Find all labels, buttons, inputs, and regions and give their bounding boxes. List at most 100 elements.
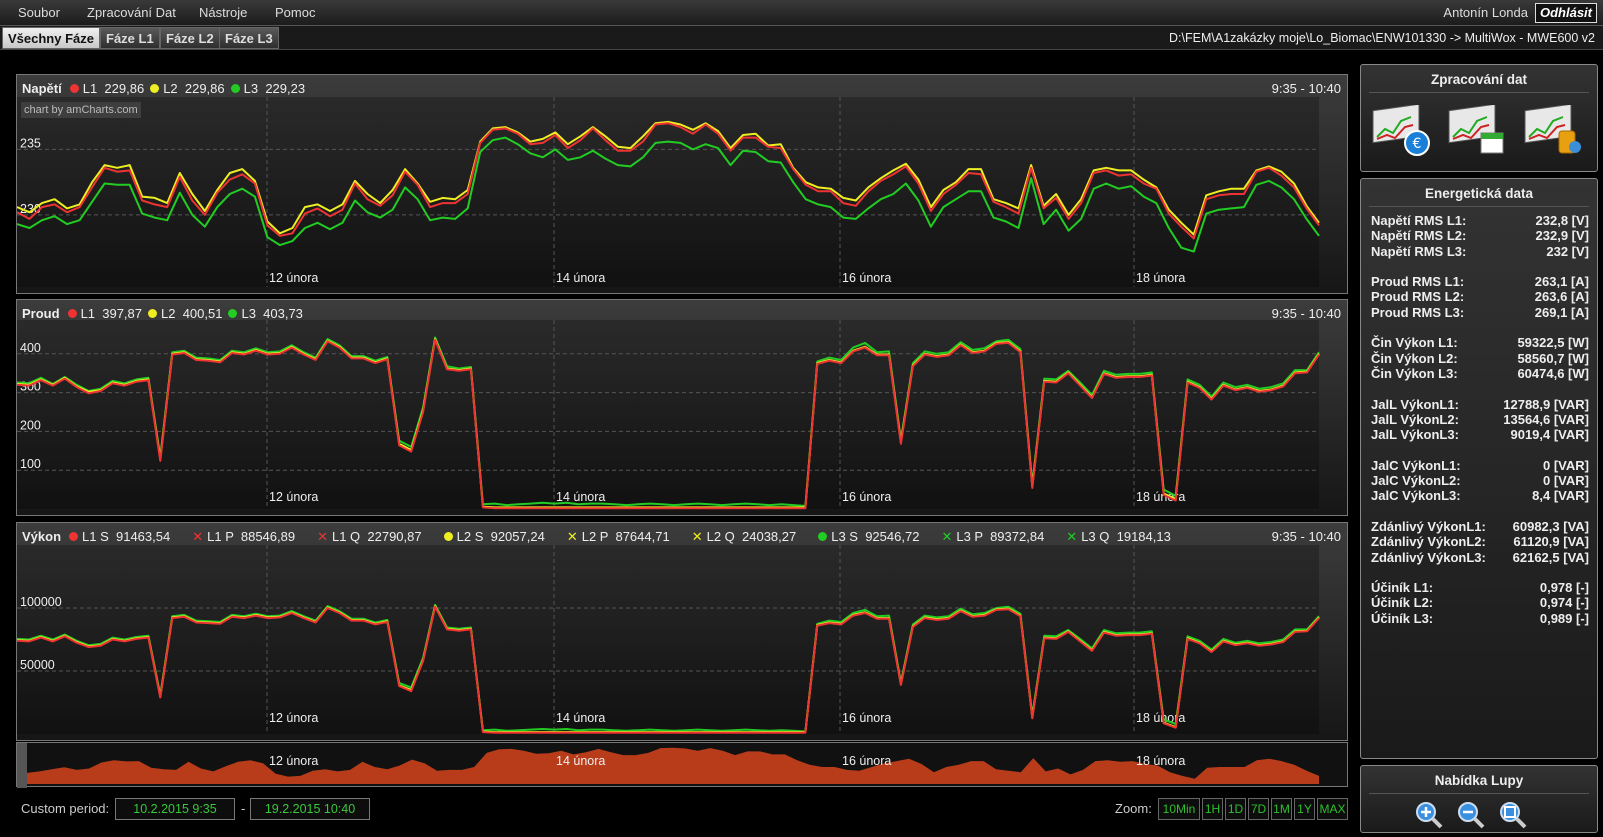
logout-button[interactable]: Odhlásit: [1534, 3, 1597, 23]
period-from-input[interactable]: 10.2.2015 9:35: [115, 798, 235, 820]
menu-zpracovani-dat[interactable]: Zpracování Dat: [87, 5, 176, 20]
tab-phase-l3[interactable]: Fáze L3: [219, 27, 279, 49]
power-chart-panel[interactable]: 50000 100000 12 února 14 února 16 února 18 ún…: [16, 522, 1348, 741]
period-to-input[interactable]: 19.2.2015 10:40: [250, 798, 370, 820]
current-time-range: 9:35 - 10:40: [1271, 306, 1341, 321]
zoom-in-icon[interactable]: [1414, 800, 1444, 830]
legend-cross-icon: ✕: [1066, 529, 1078, 544]
legend-label: L1 229,86: [82, 81, 145, 96]
power-chart-header: Výkon L1 S 91463,54 ✕ L1 P 88546,89 ✕ L1 Q 22…: [22, 529, 1171, 545]
energy-label: Napětí RMS L1:: [1371, 213, 1467, 228]
legend-dot-icon: [228, 309, 238, 318]
voltage-time-range: 9:35 - 10:40: [1271, 81, 1341, 96]
legend-label: L1 S 91463,54: [82, 529, 171, 544]
scrollbar-area: [27, 747, 1319, 784]
legend-item[interactable]: L2 S 92057,24: [443, 529, 545, 544]
x-tick-label: 12 února: [269, 711, 318, 725]
plot-area: [17, 545, 1319, 734]
x-tick-label: 16 února: [842, 271, 891, 285]
zoom-label: Zoom:: [1115, 801, 1152, 816]
x-tick-label: 14 února: [556, 711, 605, 725]
tab-all-phases[interactable]: Všechny Fáze: [2, 27, 100, 49]
period-bar: Custom period: 10.2.2015 9:35 - 19.2.201…: [0, 793, 1348, 823]
legend-item[interactable]: ✕ L1 Q 22790,87: [317, 529, 422, 544]
x-tick-label: 14 února: [556, 490, 605, 504]
energy-label: JalL VýkonL1:: [1371, 396, 1459, 412]
legend-label: L2 229,86: [163, 81, 225, 96]
legend-label: L1 Q 22790,87: [331, 529, 422, 544]
energy-value: 0,974 [-]: [1539, 595, 1589, 611]
legend-item[interactable]: L1 S 91463,54: [69, 529, 170, 544]
zoom-menu-panel: Nabídka Lupy: [1360, 765, 1598, 833]
processing-title: Zpracování dat: [1369, 65, 1589, 93]
energy-row: Účiník L3: 0,989 [-]: [1371, 611, 1589, 626]
power-chart[interactable]: 5000010000012 února 14 února 16 února 18 ún…: [17, 523, 1349, 742]
zoom-1y-button[interactable]: 1Y: [1294, 798, 1315, 820]
legend-item[interactable]: L3 S 92546,72: [818, 529, 919, 544]
energy-row: JalL VýkonL3: 9019,4 [VAR]: [1371, 427, 1589, 442]
legend-item[interactable]: L1 397,87: [67, 306, 142, 321]
energy-row: Proud RMS L1: 263,1 [A]: [1371, 274, 1589, 289]
legend-item[interactable]: L3 229,23: [230, 81, 305, 96]
legend-item[interactable]: ✕ L3 Q 19184,13: [1066, 529, 1171, 544]
chart-scrollbar[interactable]: 12 února 14 února 16 února 18 února: [16, 742, 1349, 788]
voltage-chart[interactable]: 23023512 února 14 února 16 února 18 února: [17, 75, 1349, 295]
energy-row: JalL VýkonL1: 12788,9 [VAR]: [1371, 397, 1589, 412]
energy-label: Napětí RMS L2:: [1371, 228, 1467, 244]
legend-cross-icon: ✕: [691, 529, 703, 544]
tab-phase-l2[interactable]: Fáze L2: [160, 27, 220, 49]
zoom-menu-title: Nabídka Lupy: [1369, 766, 1589, 794]
zoom-1d-button[interactable]: 1D: [1225, 798, 1246, 820]
menu-soubor[interactable]: Soubor: [18, 5, 60, 20]
energy-row: Čin Výkon L1: 59322,5 [W]: [1371, 335, 1589, 350]
energy-row: Proud RMS L2: 263,6 [A]: [1371, 289, 1589, 304]
legend-item[interactable]: L2 229,86: [150, 81, 225, 96]
zoom-fit-icon[interactable]: [1498, 800, 1528, 830]
energy-label: Napětí RMS L3:: [1371, 243, 1467, 259]
zoom-1h-button[interactable]: 1H: [1202, 798, 1223, 820]
legend-item[interactable]: ✕ L3 P 89372,84: [941, 529, 1044, 544]
x-tick-label: 18 února: [1136, 490, 1185, 504]
current-chart[interactable]: 10020030040012 února 14 února 16 února 18 ú…: [17, 300, 1349, 517]
voltage-chart-panel[interactable]: 230 235 12 února 14 února 16 února 18 února N…: [16, 74, 1348, 294]
current-chart-header: Proud L1 397,87 L2 400,51 L3 403,73: [22, 306, 303, 321]
oil-chart-icon[interactable]: [1523, 105, 1585, 157]
legend-item[interactable]: ✕ L1 P 88546,89: [192, 529, 295, 544]
menu-nastroje[interactable]: Nástroje: [199, 5, 247, 20]
legend-item[interactable]: ✕ L2 Q 24038,27: [692, 529, 797, 544]
amcharts-credit[interactable]: chart by amCharts.com: [21, 102, 141, 118]
energy-row: JalC VýkonL2: 0 [VAR]: [1371, 473, 1589, 488]
energy-label: JalC VýkonL1:: [1371, 457, 1461, 473]
energy-value: 60982,3 [VA]: [1512, 518, 1589, 534]
legend-item[interactable]: L2 400,51: [148, 306, 222, 321]
legend-label: L3 S 92546,72: [831, 529, 920, 544]
energy-value: 58560,7 [W]: [1517, 350, 1589, 366]
current-chart-panel[interactable]: 100 200 300 400 12 února 14 února 16 února 18 ú…: [16, 299, 1348, 516]
energy-label: Účiník L2:: [1371, 595, 1434, 611]
y-tick-label: 100: [20, 457, 41, 471]
energy-label: Proud RMS L1:: [1371, 274, 1465, 290]
legend-item[interactable]: ✕ L2 P 87644,71: [567, 529, 670, 544]
x-tick-label: 12 února: [269, 271, 318, 285]
tab-phase-l1[interactable]: Fáze L1: [100, 27, 160, 49]
legend-item[interactable]: L3 403,73: [228, 306, 303, 321]
legend-cross-icon: ✕: [941, 529, 953, 544]
energy-value: 62162,5 [VA]: [1512, 549, 1589, 565]
legend-dot-icon: [69, 84, 79, 93]
zoom-max-button[interactable]: MAX: [1317, 798, 1348, 820]
energy-data-list: Napětí RMS L1: 232,8 [V] Napětí RMS L2: 232…: [1371, 213, 1589, 626]
zoom-1m-button[interactable]: 1M: [1271, 798, 1292, 820]
zoom-10min-button[interactable]: 10Min: [1158, 798, 1200, 820]
scrollbar-overview[interactable]: 12 února 14 února 16 února 18 února: [17, 743, 1349, 788]
legend-item[interactable]: L1 229,86: [69, 81, 145, 96]
zoom-out-icon[interactable]: [1456, 800, 1486, 830]
zoom-7d-button[interactable]: 7D: [1248, 798, 1269, 820]
menu-pomoc[interactable]: Pomoc: [275, 5, 315, 20]
calendar-chart-icon[interactable]: [1447, 105, 1509, 157]
price-chart-icon[interactable]: €: [1371, 105, 1433, 157]
